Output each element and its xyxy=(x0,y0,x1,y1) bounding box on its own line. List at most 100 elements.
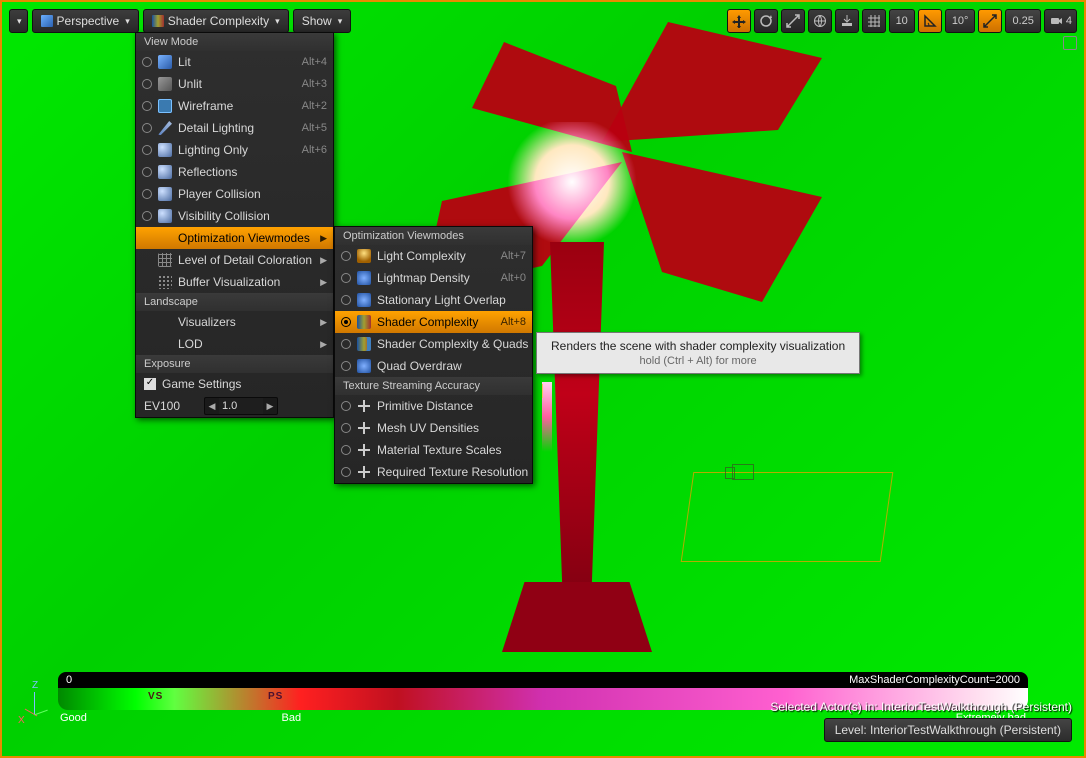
scale-snap-value[interactable]: 0.25 xyxy=(1005,9,1040,33)
viewport[interactable]: ▾ Perspective▾ Shader Complexity▾ Show▾ … xyxy=(0,0,1086,758)
transform-scale-button[interactable] xyxy=(781,9,805,33)
chevron-right-icon: ▶ xyxy=(320,255,327,266)
menu-item-shader-complexity[interactable]: Shader ComplexityAlt+8 xyxy=(335,311,532,333)
radio-icon xyxy=(142,123,152,133)
radio-icon xyxy=(142,57,152,67)
tooltip-text: Renders the scene with shader complexity… xyxy=(551,339,845,353)
menu-item-light-complexity[interactable]: Light ComplexityAlt+7 xyxy=(335,245,532,267)
chevron-right-icon: ▶ xyxy=(320,317,327,328)
transform-select-button[interactable] xyxy=(727,9,751,33)
radio-icon xyxy=(341,361,351,371)
caret xyxy=(542,384,543,398)
surface-snap-button[interactable] xyxy=(835,9,859,33)
menu-item-primitive-distance[interactable]: Primitive Distance xyxy=(335,395,532,417)
c-wire-icon xyxy=(158,99,172,113)
menu-item-wireframe[interactable]: WireframeAlt+2 xyxy=(136,95,333,117)
c-blu2-icon xyxy=(357,271,371,285)
radio-icon xyxy=(142,211,152,221)
menu-item-buffer-visualization[interactable]: Buffer Visualization▶ xyxy=(136,271,333,293)
chevron-right-icon[interactable]: ▶ xyxy=(263,401,277,412)
menu-item-stationary-light-overlap[interactable]: Stationary Light Overlap xyxy=(335,289,532,311)
radio-icon xyxy=(341,423,351,433)
grid-snap-value[interactable]: 10 xyxy=(889,9,915,33)
grid-snap-button[interactable] xyxy=(862,9,886,33)
menu-item-visibility-collision[interactable]: Visibility Collision xyxy=(136,205,333,227)
bar-zero: 0 xyxy=(66,674,72,686)
scene-streak xyxy=(542,382,552,452)
game-settings-label: Game Settings xyxy=(162,377,241,391)
selected-actors-label: Selected Actor(s) in: InteriorTestWalkth… xyxy=(770,700,1072,714)
menu-item-lightmap-density[interactable]: Lightmap DensityAlt+0 xyxy=(335,267,532,289)
c-sph-icon xyxy=(158,187,172,201)
ev100-input[interactable] xyxy=(219,398,263,414)
menu-item-reflections[interactable]: Reflections xyxy=(136,161,333,183)
radio-icon xyxy=(341,317,351,327)
tooltip: Renders the scene with shader complexity… xyxy=(536,332,860,374)
transform-rotate-button[interactable] xyxy=(754,9,778,33)
bar-bad: Bad xyxy=(282,712,302,724)
scale-snap-button[interactable] xyxy=(978,9,1002,33)
chevron-right-icon: ▶ xyxy=(320,277,327,288)
show-button[interactable]: Show▾ xyxy=(293,9,352,33)
shader-icon xyxy=(152,15,164,27)
c-sph-icon xyxy=(158,143,172,157)
show-label: Show xyxy=(302,14,332,28)
radio-icon xyxy=(341,273,351,283)
bar-good: Good xyxy=(60,712,87,724)
camera-glyph xyxy=(732,464,754,480)
c-dots-icon xyxy=(158,275,172,289)
menu-item-optimization-viewmodes[interactable]: Optimization Viewmodes▶ xyxy=(136,227,333,249)
checkbox-icon[interactable]: ✓ xyxy=(144,378,156,390)
radio-icon xyxy=(341,401,351,411)
radio-icon xyxy=(142,189,152,199)
c-grid-icon xyxy=(158,253,172,267)
menu-item-mesh-uv-densities[interactable]: Mesh UV Densities xyxy=(335,417,532,439)
menu-item-lod[interactable]: LOD▶ xyxy=(136,333,333,355)
coord-space-button[interactable] xyxy=(808,9,832,33)
c-blue-icon xyxy=(158,55,172,69)
menu-item-player-collision[interactable]: Player Collision xyxy=(136,183,333,205)
menu-item-visualizers[interactable]: Visualizers▶ xyxy=(136,311,333,333)
radio-icon xyxy=(341,295,351,305)
viewmode-label: Shader Complexity xyxy=(168,14,269,28)
angle-snap-value[interactable]: 10° xyxy=(945,9,976,33)
c-blu2-icon xyxy=(357,293,371,307)
menu-item-shader-complexity-quads[interactable]: Shader Complexity & Quads xyxy=(335,333,532,355)
perspective-button[interactable]: Perspective▾ xyxy=(32,9,139,33)
menu-header-landscape: Landscape xyxy=(136,293,333,311)
maximize-viewport-button[interactable] xyxy=(1063,36,1077,50)
chevron-right-icon: ▶ xyxy=(320,339,327,350)
angle-snap-button[interactable] xyxy=(918,9,942,33)
submenu-header-opt: Optimization Viewmodes xyxy=(335,227,532,245)
menu-item-level-of-detail-coloration[interactable]: Level of Detail Coloration▶ xyxy=(136,249,333,271)
axis-gizmo[interactable]: ZX xyxy=(20,686,60,726)
camera-speed-button[interactable]: 4 xyxy=(1044,9,1077,33)
menu-item-lighting-only[interactable]: Lighting OnlyAlt+6 xyxy=(136,139,333,161)
bar-max: MaxShaderComplexityCount=2000 xyxy=(849,674,1020,686)
game-settings-row[interactable]: ✓ Game Settings xyxy=(136,373,333,395)
radio-icon xyxy=(142,167,152,177)
radio-icon xyxy=(142,101,152,111)
radio-icon xyxy=(142,145,152,155)
c-pen-icon xyxy=(158,121,172,135)
menu-item-unlit[interactable]: UnlitAlt+3 xyxy=(136,73,333,95)
selection-rect xyxy=(681,472,894,562)
menu-item-lit[interactable]: LitAlt+4 xyxy=(136,51,333,73)
viewmode-button[interactable]: Shader Complexity▾ xyxy=(143,9,289,33)
level-label[interactable]: Level: InteriorTestWalkthrough (Persiste… xyxy=(824,718,1072,742)
c-cross-icon xyxy=(357,465,371,479)
chevron-left-icon[interactable]: ◀ xyxy=(205,401,219,412)
radio-icon xyxy=(142,79,152,89)
menu-item-detail-lighting[interactable]: Detail LightingAlt+5 xyxy=(136,117,333,139)
menu-item-quad-overdraw[interactable]: Quad Overdraw xyxy=(335,355,532,377)
ev100-spinner[interactable]: ◀ ▶ xyxy=(204,397,278,415)
menu-item-material-texture-scales[interactable]: Material Texture Scales xyxy=(335,439,532,461)
c-gray-icon xyxy=(158,77,172,91)
c-lamp-icon xyxy=(357,249,371,263)
menu-item-required-texture-resolution[interactable]: Required Texture Resolution xyxy=(335,461,532,483)
submenu-header-tex: Texture Streaming Accuracy xyxy=(335,377,532,395)
radio-icon xyxy=(341,467,351,477)
viewport-options-button[interactable]: ▾ xyxy=(9,9,28,33)
c-cross-icon xyxy=(357,421,371,435)
c-blu2-icon xyxy=(357,359,371,373)
